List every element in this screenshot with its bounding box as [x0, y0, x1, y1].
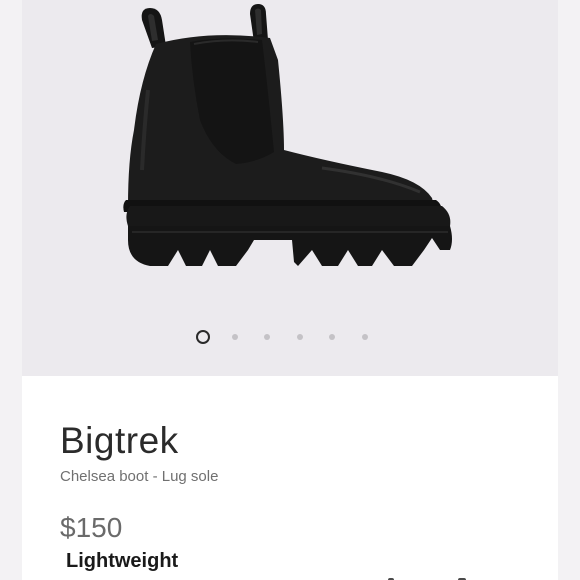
product-subtitle: Chelsea boot - Lug sole: [60, 468, 219, 485]
carousel-dot-1[interactable]: [196, 330, 210, 344]
carousel-dot-2[interactable]: [232, 334, 238, 340]
product-page: Bigtrek Chelsea boot - Lug sole $150 Lig…: [0, 0, 580, 580]
product-price: $150: [60, 512, 123, 543]
page-margin-left: [0, 0, 22, 580]
product-image[interactable]: [22, 0, 558, 300]
carousel-dot-6[interactable]: [362, 334, 368, 340]
carousel-dot-5[interactable]: [329, 334, 335, 340]
product-name: Bigtrek: [60, 420, 179, 461]
boot-illustration: [123, 4, 452, 266]
product-image-gallery[interactable]: [22, 0, 558, 376]
carousel-pagination: [22, 330, 558, 344]
product-info-card: Bigtrek Chelsea boot - Lug sole $150 Lig…: [22, 376, 558, 580]
page-margin-right: [558, 0, 580, 580]
carousel-dot-4[interactable]: [297, 334, 303, 340]
carousel-dot-3[interactable]: [264, 334, 270, 340]
feature-label: Lightweight: [66, 550, 179, 572]
